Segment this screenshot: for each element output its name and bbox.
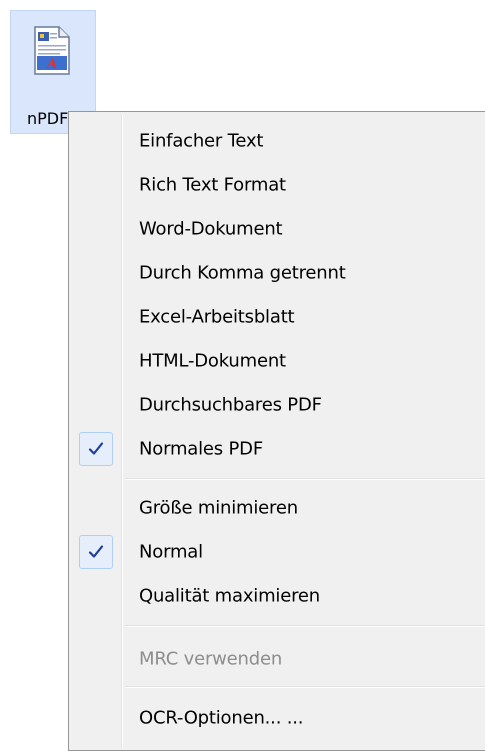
menu-item-label: Durch Komma getrennt	[139, 262, 346, 284]
svg-text:A: A	[45, 57, 57, 72]
menu-item-ocr-optionen[interactable]: OCR-Optionen... ...	[69, 698, 485, 738]
menu-separator	[125, 625, 485, 627]
menu-item-label: Excel-Arbeitsblatt	[139, 306, 295, 328]
menu-item-word-dokument[interactable]: Word-Dokument	[69, 209, 485, 249]
check-indicator	[79, 432, 113, 466]
menu-item-html-dokument[interactable]: HTML-Dokument	[69, 341, 485, 381]
menu-item-label: HTML-Dokument	[139, 350, 286, 372]
menu-separator	[125, 478, 485, 480]
menu-item-durchsuchbares-pdf[interactable]: Durchsuchbares PDF	[69, 385, 485, 425]
check-indicator	[79, 535, 113, 569]
menu-separator	[125, 686, 485, 688]
menu-item-label: Qualität maximieren	[139, 585, 320, 607]
menu-item-durch-komma-getrennt[interactable]: Durch Komma getrennt	[69, 253, 485, 293]
menu-item-groesse-minimieren[interactable]: Größe minimieren	[69, 488, 485, 528]
menu-item-excel-arbeitsblatt[interactable]: Excel-Arbeitsblatt	[69, 297, 485, 337]
checkmark-icon	[88, 442, 104, 455]
checkmark-icon	[88, 545, 104, 558]
menu-item-label: Rich Text Format	[139, 174, 286, 196]
menu-item-mrc-verwenden: MRC verwenden	[69, 639, 485, 679]
menu-item-rich-text-format[interactable]: Rich Text Format	[69, 165, 485, 205]
menu-item-normales-pdf[interactable]: Normales PDF	[69, 429, 485, 469]
menu-item-label: OCR-Optionen... ...	[139, 707, 304, 729]
menu-item-qualitaet-maximieren[interactable]: Qualität maximieren	[69, 576, 485, 616]
context-menu: Einfacher Text Rich Text Format Word-Dok…	[68, 111, 485, 751]
menu-item-label: Größe minimieren	[139, 497, 298, 519]
menu-item-label: Word-Dokument	[139, 218, 283, 240]
pdf-document-icon: A	[33, 26, 71, 76]
menu-item-einfacher-text[interactable]: Einfacher Text	[69, 121, 485, 161]
menu-item-label: Normales PDF	[139, 438, 263, 460]
menu-item-label: MRC verwenden	[139, 648, 283, 670]
menu-item-label: Einfacher Text	[139, 130, 264, 152]
menu-item-label: Normal	[139, 541, 203, 563]
menu-item-normal[interactable]: Normal	[69, 532, 485, 572]
menu-item-label: Durchsuchbares PDF	[139, 394, 322, 416]
